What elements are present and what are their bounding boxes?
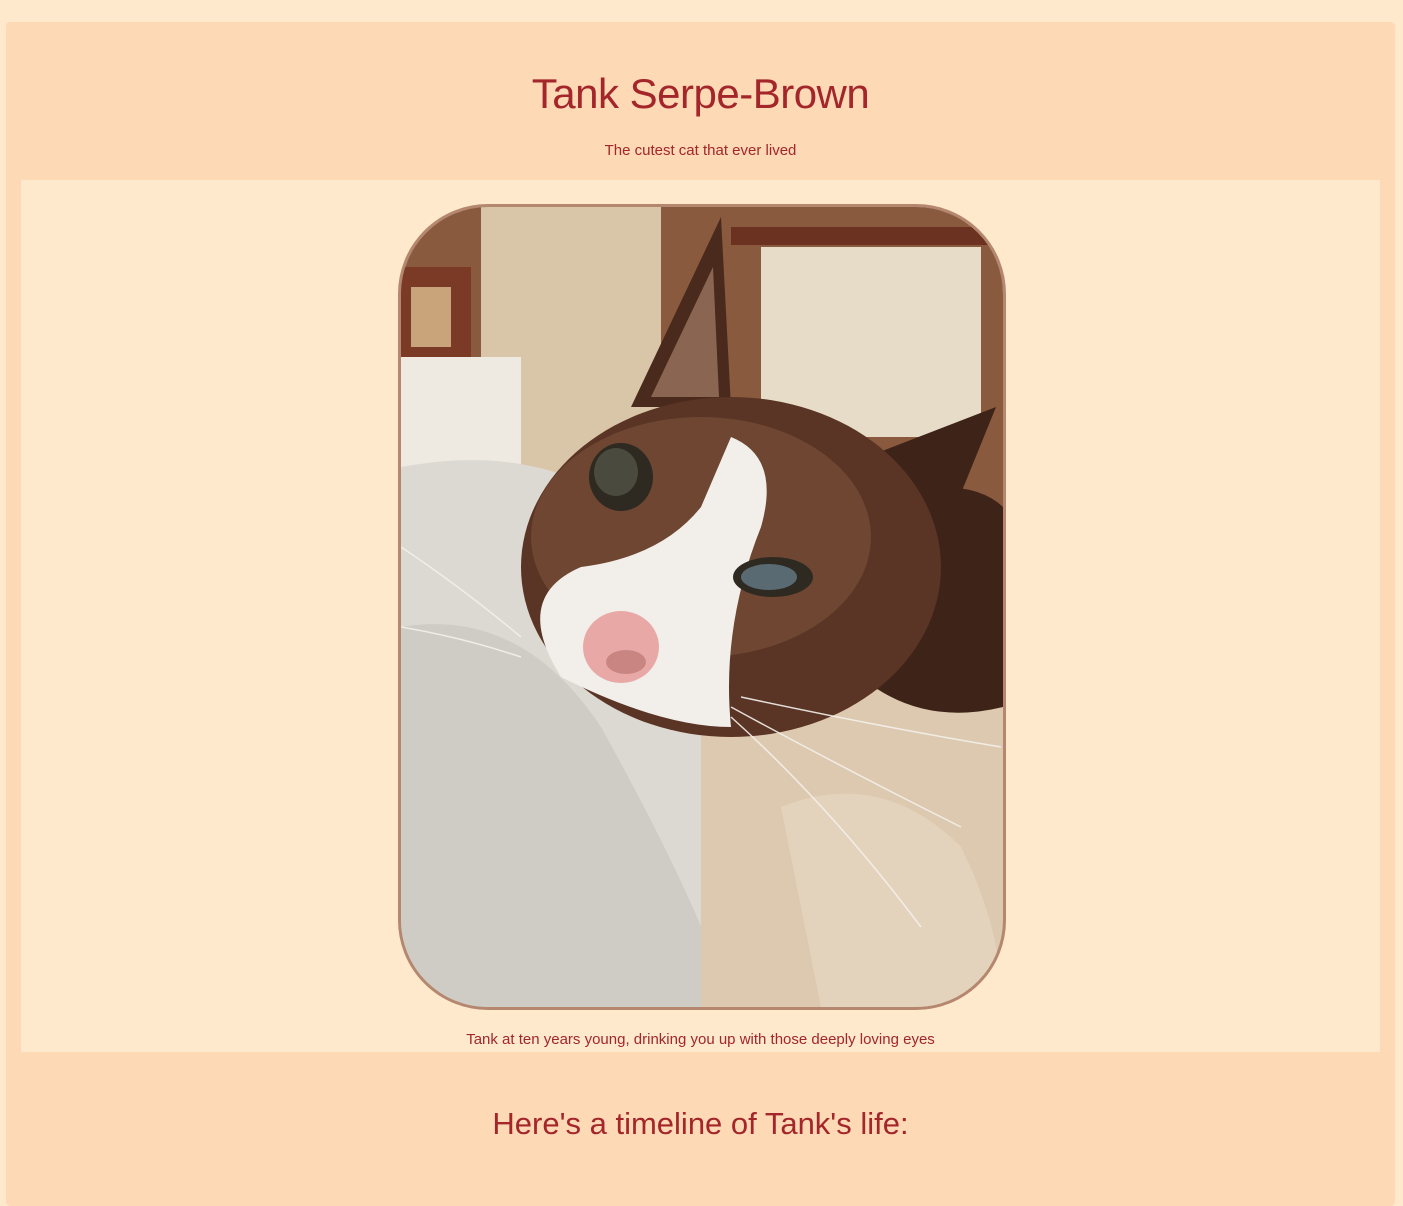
image-section: Tank at ten years young, drinking you up…: [21, 180, 1380, 1052]
page-tagline: The cutest cat that ever lived: [604, 142, 797, 159]
timeline-heading: Here's a timeline of Tank's life:: [492, 1106, 909, 1141]
page-title: Tank Serpe-Brown: [531, 70, 870, 117]
cat-photo-illustration: [401, 207, 1003, 1007]
main-container: Tank Serpe-Brown The cutest cat that eve…: [6, 22, 1395, 1206]
image-caption: Tank at ten years young, drinking you up…: [466, 1031, 935, 1048]
cat-photo: [398, 204, 1006, 1010]
